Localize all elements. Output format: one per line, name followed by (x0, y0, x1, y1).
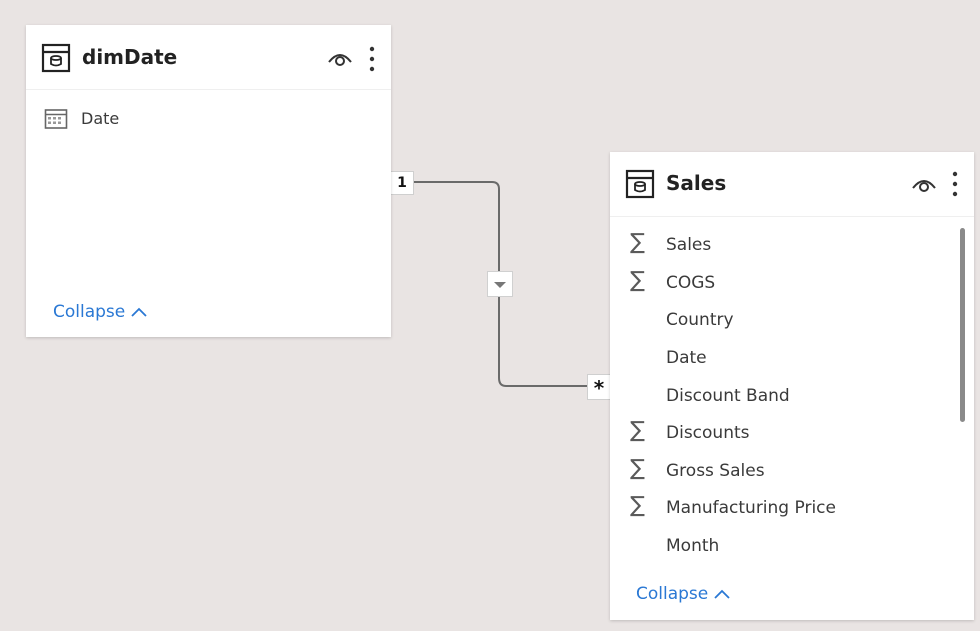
dimdate-table-header[interactable]: dimDate (26, 25, 391, 90)
dimdate-table-title: dimDate (82, 45, 178, 69)
sales-field-discount-band[interactable]: Discount Band (610, 379, 950, 415)
sales-field-cogs[interactable]: ∑ COGS (610, 266, 950, 302)
sales-table-header[interactable]: Sales (610, 152, 974, 217)
field-label: Month (666, 536, 720, 556)
field-label: Country (666, 310, 734, 330)
sales-field-gross-sales[interactable]: ∑ Gross Sales (610, 454, 950, 490)
field-label: Date (666, 348, 707, 368)
dimdate-field-date[interactable]: Date (26, 103, 391, 137)
sales-field-manufacturing-price[interactable]: ∑ Manufacturing Price (610, 491, 950, 527)
field-label: Discount Band (666, 386, 790, 406)
field-label: Sales (666, 235, 712, 255)
field-label: COGS (666, 273, 716, 293)
more-options-icon[interactable] (368, 46, 376, 72)
sales-table-title: Sales (666, 171, 727, 195)
sales-field-discounts[interactable]: ∑ Discounts (610, 416, 950, 452)
field-label: Manufacturing Price (666, 498, 836, 518)
chevron-up-icon (714, 589, 730, 599)
field-label: Discounts (666, 423, 750, 443)
calendar-icon (44, 109, 68, 129)
sales-field-country[interactable]: Country (610, 303, 950, 339)
dimdate-table-card[interactable]: dimDate Date Collapse (26, 25, 391, 337)
field-label: Gross Sales (666, 461, 765, 481)
sigma-icon: ∑ (630, 230, 645, 255)
sales-field-list[interactable]: ∑ Sales ∑ COGS Country Date Discount Ban… (610, 228, 974, 568)
cardinality-many-badge: * (587, 374, 611, 400)
field-label: Date (81, 109, 120, 128)
vertical-scrollbar[interactable] (960, 228, 965, 422)
sigma-icon: ∑ (630, 493, 645, 518)
filter-direction-button[interactable] (487, 271, 513, 297)
collapse-button[interactable]: Collapse (636, 584, 730, 604)
sales-field-date[interactable]: Date (610, 341, 950, 377)
eye-icon[interactable] (327, 49, 353, 69)
sigma-icon: ∑ (630, 268, 645, 293)
collapse-button[interactable]: Collapse (53, 302, 147, 322)
collapse-label: Collapse (53, 302, 126, 322)
sales-table-card[interactable]: Sales ∑ Sales ∑ COGS Country Date Discou… (610, 152, 974, 620)
model-canvas[interactable]: 1 * dimDate Date Collapse Sales ∑ Sales … (0, 0, 980, 631)
more-options-icon[interactable] (951, 171, 959, 197)
table-icon (625, 169, 655, 199)
triangle-down-icon (494, 282, 506, 288)
eye-icon[interactable] (911, 175, 937, 195)
collapse-label: Collapse (636, 584, 709, 604)
chevron-up-icon (131, 307, 147, 317)
cardinality-one-badge: 1 (390, 171, 414, 195)
table-icon (41, 43, 71, 73)
sales-field-month[interactable]: Month (610, 529, 950, 565)
sales-field-sales[interactable]: ∑ Sales (610, 228, 950, 264)
sigma-icon: ∑ (630, 418, 645, 443)
sigma-icon: ∑ (630, 456, 645, 481)
